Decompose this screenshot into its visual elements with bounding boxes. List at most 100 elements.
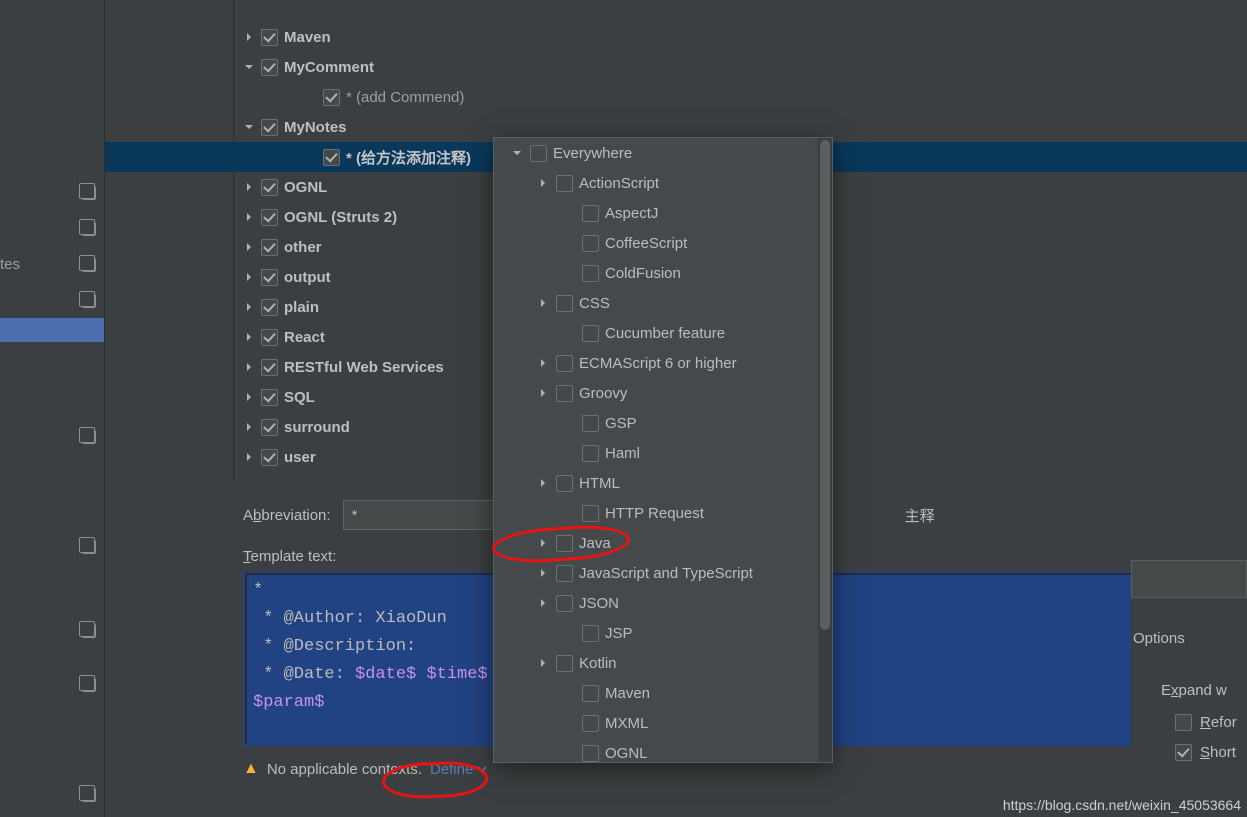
template-checkbox[interactable] [261,119,278,136]
chevron-right-icon[interactable] [243,332,255,342]
context-checkbox[interactable] [582,685,599,702]
template-checkbox[interactable] [323,89,340,106]
scrollbar-thumb[interactable] [820,140,830,630]
context-item[interactable]: HTTP Request [494,498,832,528]
template-checkbox[interactable] [261,179,278,196]
context-checkbox[interactable] [582,415,599,432]
context-label: AspectJ [605,205,658,222]
template-checkbox[interactable] [261,419,278,436]
chevron-right-icon[interactable] [536,178,550,188]
context-item[interactable]: Groovy [494,378,832,408]
template-checkbox[interactable] [261,359,278,376]
define-contexts-link[interactable]: Define [430,761,487,778]
template-group[interactable]: MyComment [243,52,1243,82]
context-checkbox[interactable] [582,205,599,222]
context-item[interactable]: Maven [494,678,832,708]
chevron-right-icon[interactable] [243,182,255,192]
template-item[interactable]: * (add Commend) [243,82,1243,112]
copy-icon[interactable] [82,624,96,638]
chevron-right-icon[interactable] [243,302,255,312]
copy-icon[interactable] [82,222,96,236]
template-checkbox[interactable] [261,449,278,466]
context-item[interactable]: Java [494,528,832,558]
chevron-down-icon[interactable] [243,62,255,72]
chevron-right-icon[interactable] [536,598,550,608]
context-checkbox[interactable] [556,295,573,312]
context-item[interactable]: ECMAScript 6 or higher [494,348,832,378]
context-item[interactable]: JSP [494,618,832,648]
chevron-right-icon[interactable] [536,358,550,368]
copy-icon[interactable] [82,258,96,272]
context-item[interactable]: ActionScript [494,168,832,198]
context-checkbox[interactable] [582,235,599,252]
context-checkbox[interactable] [556,385,573,402]
template-checkbox[interactable] [261,209,278,226]
chevron-right-icon[interactable] [243,452,255,462]
chevron-right-icon[interactable] [243,242,255,252]
context-item[interactable]: AspectJ [494,198,832,228]
chevron-down-icon[interactable] [243,122,255,132]
context-checkbox[interactable] [582,745,599,762]
chevron-right-icon[interactable] [243,422,255,432]
context-checkbox[interactable] [582,445,599,462]
context-checkbox[interactable] [582,505,599,522]
context-checkbox[interactable] [556,655,573,672]
context-item[interactable]: Kotlin [494,648,832,678]
shorten-fqn-checkbox[interactable] [1175,744,1192,761]
context-item[interactable]: CSS [494,288,832,318]
template-group[interactable]: Maven [243,22,1243,52]
template-checkbox[interactable] [261,389,278,406]
copy-icon[interactable] [82,788,96,802]
context-checkbox[interactable] [582,715,599,732]
chevron-right-icon[interactable] [243,212,255,222]
contexts-list[interactable]: EverywhereActionScript AspectJ CoffeeScrip… [494,138,832,763]
copy-icon[interactable] [82,430,96,444]
template-checkbox[interactable] [261,59,278,76]
chevron-right-icon[interactable] [536,658,550,668]
context-item[interactable]: OGNL [494,738,832,763]
context-item[interactable]: HTML [494,468,832,498]
context-item[interactable]: ColdFusion [494,258,832,288]
context-item[interactable]: JSON [494,588,832,618]
context-item[interactable]: MXML [494,708,832,738]
context-checkbox[interactable] [556,355,573,372]
context-checkbox[interactable] [582,265,599,282]
chevron-right-icon[interactable] [243,362,255,372]
template-checkbox[interactable] [323,149,340,166]
sidebar-selected-item[interactable] [0,318,104,342]
copy-icon[interactable] [82,186,96,200]
context-item[interactable]: JavaScript and TypeScript [494,558,832,588]
template-checkbox[interactable] [261,299,278,316]
context-checkbox[interactable] [556,535,573,552]
context-checkbox[interactable] [582,625,599,642]
template-checkbox[interactable] [261,329,278,346]
chevron-right-icon[interactable] [536,478,550,488]
copy-icon[interactable] [82,678,96,692]
context-checkbox[interactable] [582,325,599,342]
context-checkbox[interactable] [556,475,573,492]
chevron-down-icon[interactable] [510,148,524,158]
copy-icon[interactable] [82,540,96,554]
chevron-right-icon[interactable] [536,568,550,578]
context-checkbox[interactable] [530,145,547,162]
chevron-right-icon[interactable] [536,298,550,308]
template-checkbox[interactable] [261,239,278,256]
chevron-right-icon[interactable] [536,388,550,398]
copy-icon[interactable] [82,294,96,308]
chevron-right-icon[interactable] [243,392,255,402]
scrollbar-track[interactable] [818,138,832,762]
template-checkbox[interactable] [261,269,278,286]
sidebar-item-label-fragment: tes [0,256,20,273]
chevron-right-icon[interactable] [536,538,550,548]
template-checkbox[interactable] [261,29,278,46]
context-checkbox[interactable] [556,595,573,612]
chevron-right-icon[interactable] [243,32,255,42]
context-item[interactable]: CoffeeScript [494,228,832,258]
context-checkbox[interactable] [556,565,573,582]
context-item[interactable]: Everywhere [494,138,832,168]
context-item[interactable]: GSP [494,408,832,438]
context-item[interactable]: Cucumber feature [494,318,832,348]
chevron-right-icon[interactable] [243,272,255,282]
context-item[interactable]: Haml [494,438,832,468]
context-checkbox[interactable] [556,175,573,192]
